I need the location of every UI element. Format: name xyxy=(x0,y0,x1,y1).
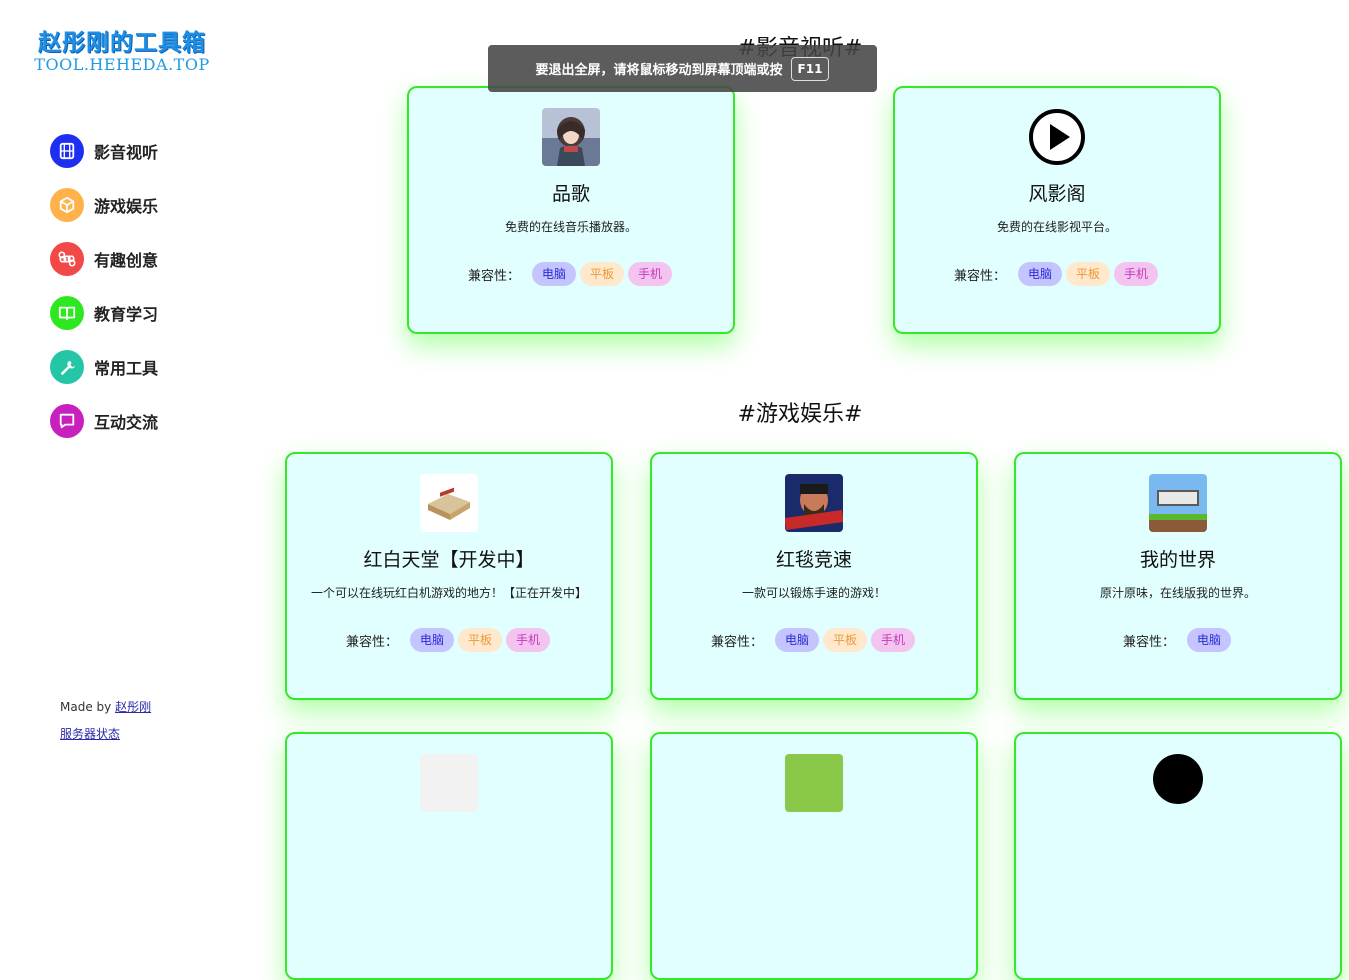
card-fengyingge[interactable]: 风影阁 免费的在线影视平台。 兼容性： 电脑 平板 手机 xyxy=(893,86,1221,334)
compat-label: 兼容性： xyxy=(1122,634,1175,650)
card-thumbnail xyxy=(785,754,843,812)
card-pinge[interactable]: 品歌 免费的在线音乐播放器。 兼容性： 电脑 平板 手机 xyxy=(407,86,735,334)
sidebar-nav: 影音视听 游戏娱乐 有趣创意 教育学习 常用工具 互动交流 xyxy=(50,134,158,458)
sidebar-item-games[interactable]: 游戏娱乐 xyxy=(50,188,158,222)
sidebar-item-media[interactable]: 影音视听 xyxy=(50,134,158,168)
logo-title: 赵彤刚的工具箱 xyxy=(38,30,206,56)
tag-phone: 手机 xyxy=(628,262,673,286)
compat-label: 兼容性： xyxy=(953,268,1006,284)
sidebar-item-community[interactable]: 互动交流 xyxy=(50,404,158,438)
sidebar: 赵彤刚的工具箱 TOOL.HEHEDA.TOP 影音视听 游戏娱乐 有趣创意 教… xyxy=(0,0,250,768)
card-desc: 免费的在线音乐播放器。 xyxy=(504,220,637,234)
toast-key: F11 xyxy=(790,56,830,81)
card-partial[interactable] xyxy=(1014,732,1342,980)
card-thumbnail xyxy=(1149,754,1207,812)
card-title: 我的世界 xyxy=(1139,549,1216,571)
film-icon xyxy=(50,134,84,168)
card-minecraft[interactable]: 我的世界 原汁原味，在线版我的世界。 兼容性： 电脑 xyxy=(1014,452,1342,700)
server-status-link[interactable]: 服务器状态 xyxy=(60,727,120,741)
tag-phone: 手机 xyxy=(506,628,551,652)
tag-phone: 手机 xyxy=(1114,262,1159,286)
card-desc: 原汁原味，在线版我的世界。 xyxy=(1099,586,1256,600)
sidebar-item-education[interactable]: 教育学习 xyxy=(50,296,158,330)
made-by-prefix: Made by xyxy=(60,700,112,714)
compat-label: 兼容性： xyxy=(345,634,398,650)
anime-girl-icon xyxy=(542,108,600,166)
minecraft-icon xyxy=(1149,474,1207,532)
tag-pad: 平板 xyxy=(458,628,503,652)
tag-pc: 电脑 xyxy=(531,262,576,286)
tag-pad: 平板 xyxy=(1066,262,1111,286)
made-by: Made by 赵彤刚 xyxy=(60,694,151,721)
card-title: 红毯竞速 xyxy=(775,549,852,571)
logo-subtitle: TOOL.HEHEDA.TOP xyxy=(34,55,210,74)
section-title-games: #游戏娱乐# xyxy=(737,402,863,427)
fullscreen-toast: 要退出全屏，请将鼠标移动到屏幕顶端或按 F11 xyxy=(488,45,877,92)
book-icon xyxy=(50,296,84,330)
compat-row: 兼容性： 电脑 平板 手机 xyxy=(287,628,611,652)
sidebar-item-label: 教育学习 xyxy=(94,305,159,324)
chat-icon xyxy=(50,404,84,438)
wrench-icon xyxy=(50,350,84,384)
play-circle-icon xyxy=(1028,108,1086,166)
famicom-icon xyxy=(420,474,478,532)
author-link[interactable]: 赵彤刚 xyxy=(115,700,151,714)
card-title: 品歌 xyxy=(551,183,590,205)
sidebar-item-tools[interactable]: 常用工具 xyxy=(50,350,158,384)
card-desc: 一款可以锻炼手速的游戏！ xyxy=(741,586,886,600)
cube-icon xyxy=(50,188,84,222)
sidebar-item-creative[interactable]: 有趣创意 xyxy=(50,242,158,276)
compat-row: 兼容性： 电脑 平板 手机 xyxy=(652,628,976,652)
sidebar-item-label: 有趣创意 xyxy=(94,251,159,270)
tag-pc: 电脑 xyxy=(1187,628,1232,652)
compat-row: 兼容性： 电脑 平板 手机 xyxy=(895,262,1219,286)
compat-label: 兼容性： xyxy=(467,268,520,284)
tag-pc: 电脑 xyxy=(774,628,819,652)
tag-pad: 平板 xyxy=(823,628,868,652)
card-hongbai[interactable]: 红白天堂【开发中】 一个可以在线玩红白机游戏的地方！【正在开发中】 兼容性： 电… xyxy=(285,452,613,700)
site-logo[interactable]: 赵彤刚的工具箱 TOOL.HEHEDA.TOP xyxy=(32,28,212,74)
compat-label: 兼容性： xyxy=(710,634,763,650)
sidebar-item-label: 常用工具 xyxy=(94,359,159,378)
card-thumbnail xyxy=(420,754,478,812)
card-partial[interactable] xyxy=(285,732,613,980)
card-partial[interactable] xyxy=(650,732,978,980)
command-icon xyxy=(50,242,84,276)
tag-phone: 手机 xyxy=(871,628,916,652)
card-desc: 免费的在线影视平台。 xyxy=(996,220,1117,234)
card-title: 风影阁 xyxy=(1028,183,1086,205)
card-red-carpet[interactable]: 红毯竞速 一款可以锻炼手速的游戏！ 兼容性： 电脑 平板 手机 xyxy=(650,452,978,700)
compat-row: 兼容性： 电脑 xyxy=(1016,628,1340,652)
red-carpet-icon xyxy=(785,474,843,532)
sidebar-item-label: 影音视听 xyxy=(94,143,159,162)
sidebar-item-label: 游戏娱乐 xyxy=(94,197,159,216)
tag-pad: 平板 xyxy=(580,262,625,286)
compat-row: 兼容性： 电脑 平板 手机 xyxy=(409,262,733,286)
tag-pc: 电脑 xyxy=(409,628,454,652)
card-title: 红白天堂【开发中】 xyxy=(363,549,535,571)
toast-text: 要退出全屏，请将鼠标移动到屏幕顶端或按 xyxy=(535,63,783,78)
footer: Made by 赵彤刚 服务器状态 xyxy=(60,694,151,748)
card-desc: 一个可以在线玩红白机游戏的地方！【正在开发中】 xyxy=(310,586,587,600)
tag-pc: 电脑 xyxy=(1017,262,1062,286)
sidebar-item-label: 互动交流 xyxy=(94,413,159,432)
